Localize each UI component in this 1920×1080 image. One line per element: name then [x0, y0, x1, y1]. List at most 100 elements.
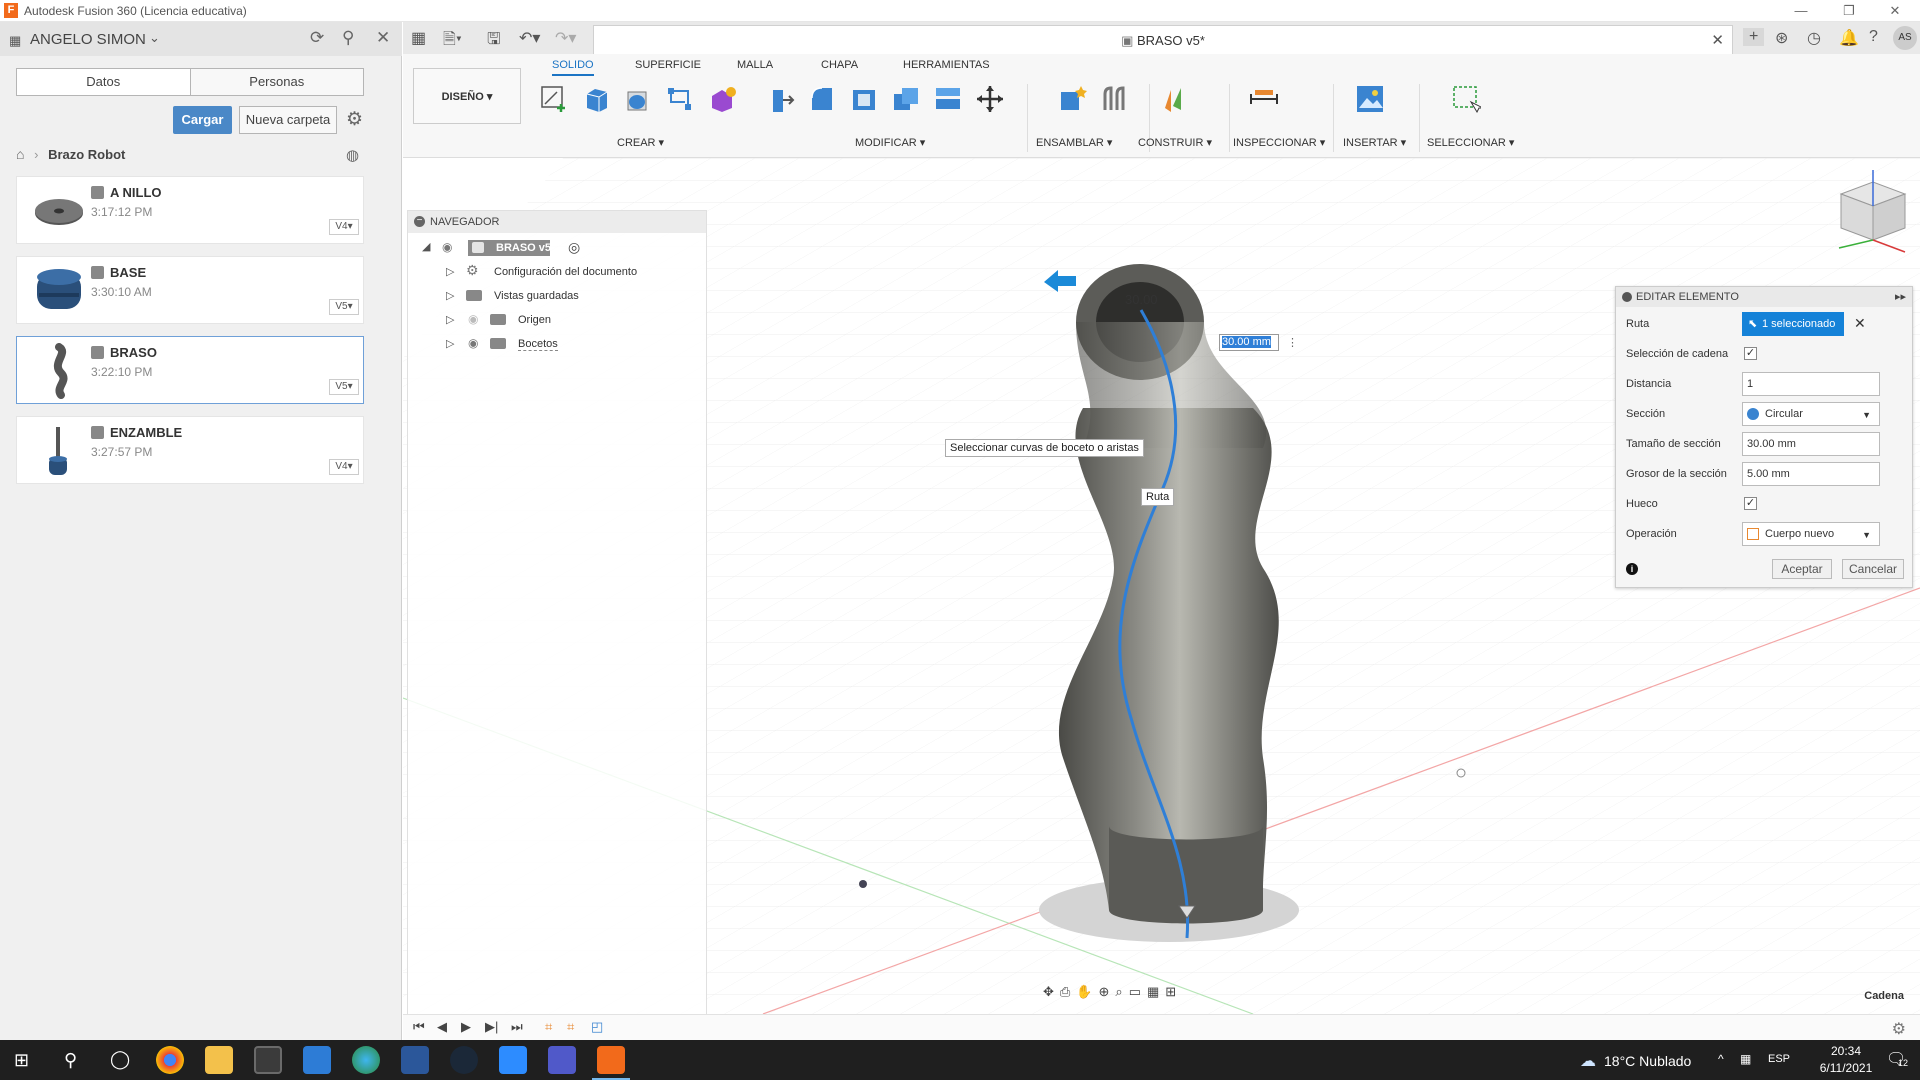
clock-date[interactable]: 6/11/2021 — [1810, 1061, 1882, 1075]
dialog-header[interactable]: EDITAR ELEMENTO ▸▸ — [1616, 287, 1912, 307]
nav-item[interactable]: ▷ ◉ Origen — [408, 309, 708, 331]
chrome-icon[interactable] — [156, 1046, 184, 1074]
sweep-icon[interactable] — [665, 84, 695, 114]
tab-datos[interactable]: Datos — [17, 69, 191, 95]
offset-plane-icon[interactable] — [1159, 84, 1189, 114]
close-panel-icon[interactable]: ✕ — [376, 28, 390, 48]
chevron-down-icon[interactable]: ⌄ — [149, 30, 160, 46]
windows-start-icon[interactable]: ⊞ — [14, 1050, 29, 1071]
navigator-header[interactable]: − NAVEGADOR — [408, 211, 706, 233]
nav-root[interactable]: ◢ ◉ BRASO v5 ◎ — [408, 237, 708, 259]
mail-icon[interactable] — [303, 1046, 331, 1074]
file-explorer-icon[interactable] — [205, 1046, 233, 1074]
breadcrumb-project[interactable]: Brazo Robot — [48, 147, 125, 162]
version-badge[interactable]: V4▾ — [329, 459, 359, 475]
teams-icon[interactable] — [548, 1046, 576, 1074]
file-card-enzamble[interactable]: ENZAMBLE 3:27:57 PM V4▾ — [16, 416, 364, 484]
viewports-icon[interactable]: ⊞ — [1165, 984, 1182, 999]
tab-malla[interactable]: MALLA — [737, 59, 773, 71]
user-avatar[interactable]: AS — [1893, 26, 1917, 50]
section-thickness-field[interactable]: 5.00 mm — [1742, 462, 1880, 486]
tab-solido[interactable]: SOLIDO — [552, 59, 594, 76]
timeline-sketch-icon[interactable]: ⌗ — [567, 1019, 574, 1035]
collapse-arrow-icon[interactable]: ◢ — [422, 240, 430, 253]
extensions-icon[interactable]: ⊛ — [1775, 28, 1788, 48]
info-icon[interactable]: i — [1626, 563, 1638, 575]
press-pull-icon[interactable] — [765, 84, 795, 114]
group-ensamblar[interactable]: ENSAMBLAR ▾ — [1036, 136, 1112, 149]
restore-icon[interactable]: ❐ — [1826, 2, 1872, 20]
notification-bell-icon[interactable]: 🔔 — [1839, 28, 1859, 48]
measure-icon[interactable] — [1249, 84, 1279, 114]
weather-text[interactable]: 18°C Nublado — [1604, 1053, 1691, 1069]
revolve-icon[interactable] — [623, 84, 653, 114]
file-card-anillo[interactable]: A NILLO 3:17:12 PM V4▾ — [16, 176, 364, 244]
fit-icon[interactable]: ⌕ — [1115, 984, 1128, 999]
zoom-app-icon[interactable] — [499, 1046, 527, 1074]
group-crear[interactable]: CREAR ▾ — [617, 136, 664, 149]
word-icon[interactable] — [401, 1046, 429, 1074]
job-status-icon[interactable]: ◷ — [1807, 28, 1821, 48]
timeline-settings-gear-icon[interactable]: ⚙ — [1892, 1019, 1906, 1039]
braso-body[interactable] — [1058, 408, 1279, 910]
operation-dropdown[interactable]: Cuerpo nuevo ▼ — [1742, 522, 1880, 546]
activate-radio-icon[interactable]: ◎ — [568, 239, 580, 256]
tab-personas[interactable]: Personas — [191, 69, 364, 95]
look-at-icon[interactable]: ⎙ — [1060, 984, 1076, 999]
new-tab-icon[interactable]: + — [1743, 28, 1765, 46]
timeline-sketch-icon[interactable]: ⌗ — [545, 1019, 552, 1035]
language-indicator[interactable]: ESP — [1768, 1053, 1790, 1065]
new-component-icon[interactable] — [1057, 84, 1087, 114]
expand-icon[interactable]: ▷ — [446, 337, 454, 350]
steam-icon[interactable] — [450, 1046, 478, 1074]
show-hidden-icons-chevron-icon[interactable]: ^ — [1718, 1052, 1724, 1066]
eye-hidden-icon[interactable]: ◉ — [468, 312, 478, 326]
group-inspeccionar[interactable]: INSPECCIONAR ▾ — [1233, 136, 1325, 149]
zoom-icon[interactable]: ⊕ — [1099, 984, 1116, 999]
group-modificar[interactable]: MODIFICAR ▾ — [855, 136, 925, 149]
apps-grid-icon[interactable]: ▦ — [411, 28, 426, 48]
expand-icon[interactable]: ▷ — [446, 289, 454, 302]
file-menu-icon[interactable]: 🗎▾ — [443, 28, 462, 55]
clock-time[interactable]: 20:34 — [1816, 1044, 1876, 1058]
undo-icon[interactable]: ↶▾ — [519, 28, 540, 48]
save-icon[interactable]: 🖫 — [487, 28, 501, 55]
more-options-icon[interactable]: ⋮ — [1287, 336, 1298, 349]
network-icon[interactable]: ▦ — [1740, 1052, 1751, 1066]
section-size-field[interactable]: 30.00 mm — [1742, 432, 1880, 456]
search-icon[interactable]: ⚲ — [64, 1050, 77, 1071]
file-card-braso[interactable]: BRASO 3:22:10 PM V5▾ — [16, 336, 364, 404]
clear-selection-icon[interactable]: ✕ — [1854, 315, 1866, 332]
distance-field[interactable]: 1 — [1742, 372, 1880, 396]
team-grid-icon[interactable]: ▦ — [9, 33, 21, 49]
store-icon[interactable] — [254, 1046, 282, 1074]
fusion-taskbar-icon[interactable] — [597, 1046, 625, 1074]
section-dropdown[interactable]: Circular ▼ — [1742, 402, 1880, 426]
gear-icon[interactable]: ⚙ — [346, 108, 363, 131]
path-selection-button[interactable]: ⬉ 1 seleccionado — [1742, 312, 1844, 336]
expand-icon[interactable]: ▷ — [446, 313, 454, 326]
tab-herramientas[interactable]: HERRAMIENTAS — [903, 59, 990, 71]
nav-item[interactable]: ▷ Vistas guardadas — [408, 285, 708, 307]
fillet-icon[interactable] — [807, 84, 837, 114]
home-icon[interactable]: ⌂ — [16, 146, 24, 162]
create-sketch-icon[interactable] — [539, 84, 569, 114]
grid-settings-icon[interactable]: ▦ — [1147, 984, 1165, 999]
expand-icon[interactable]: ▷ — [446, 265, 454, 278]
step-forward-icon[interactable]: ▶| — [485, 1019, 498, 1035]
tab-chapa[interactable]: CHAPA — [821, 59, 858, 71]
refresh-icon[interactable]: ⟳ — [310, 28, 324, 48]
step-back-icon[interactable]: ◀ — [437, 1019, 447, 1035]
version-badge[interactable]: V5▾ — [329, 299, 359, 315]
task-view-icon[interactable]: ◯ — [110, 1049, 130, 1070]
pan-icon[interactable]: ✋ — [1076, 984, 1098, 999]
timeline-sweep-icon[interactable]: ◰ — [591, 1019, 603, 1035]
chain-selection-checkbox[interactable]: ✓ — [1744, 347, 1757, 360]
new-folder-button[interactable]: Nueva carpeta — [239, 106, 337, 134]
orbit-icon[interactable]: ✥ — [1043, 984, 1060, 999]
cancel-button[interactable]: Cancelar — [1842, 559, 1904, 579]
go-to-start-icon[interactable]: ⏮ — [413, 1019, 425, 1035]
go-to-end-icon[interactable]: ⏭ — [511, 1019, 523, 1035]
eye-icon[interactable]: ◉ — [468, 336, 478, 350]
group-construir[interactable]: CONSTRUIR ▾ — [1138, 136, 1212, 149]
